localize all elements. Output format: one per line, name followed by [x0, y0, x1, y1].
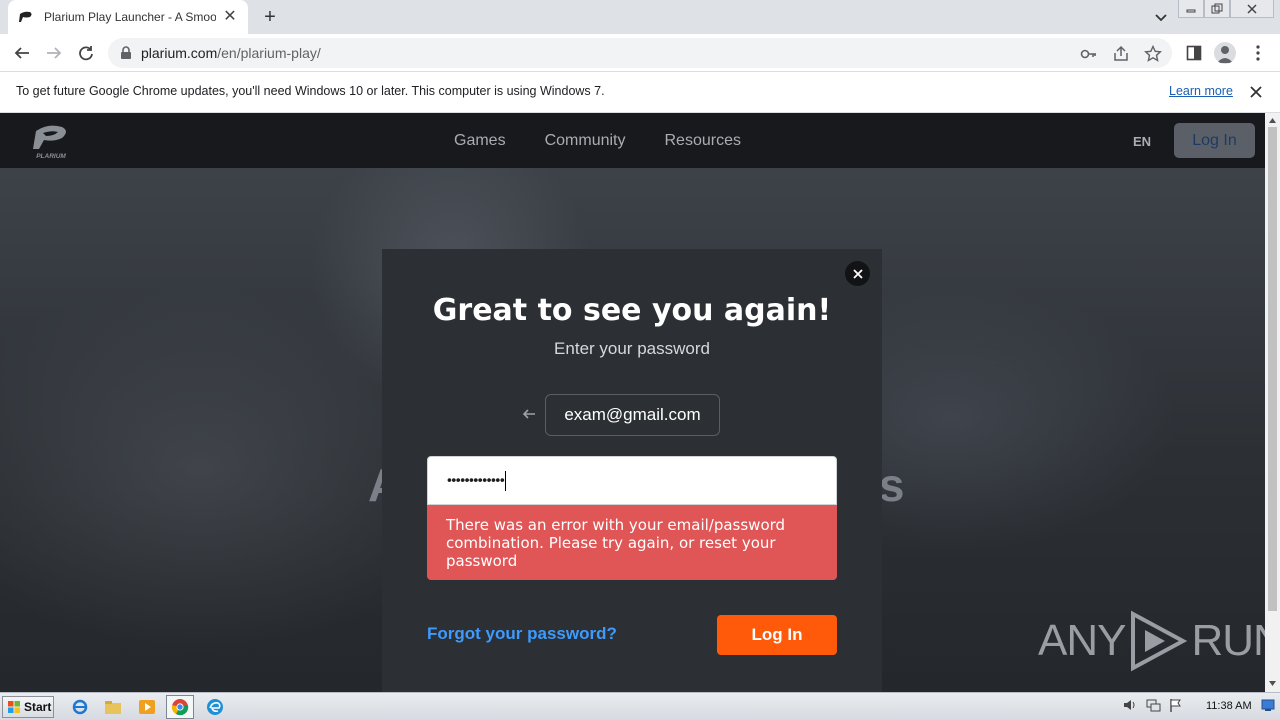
restore-button[interactable] — [1204, 0, 1230, 18]
svg-text:PLARIUM: PLARIUM — [36, 153, 66, 160]
url-host: plarium.com — [141, 45, 218, 61]
bookmark-star-icon[interactable] — [1144, 45, 1162, 63]
new-tab-button[interactable]: + — [258, 5, 282, 29]
back-arrow-icon[interactable] — [521, 406, 537, 422]
start-button[interactable]: Start — [2, 696, 54, 718]
anyrun-watermark: ANY RUN — [1038, 610, 1265, 672]
scrollbar-thumb[interactable] — [1268, 127, 1277, 611]
back-button[interactable] — [10, 41, 34, 65]
forward-button[interactable] — [42, 41, 66, 65]
forgot-password-link[interactable]: Forgot your password? — [427, 624, 617, 644]
window-close-button[interactable] — [1230, 0, 1274, 18]
anyrun-play-icon — [1131, 610, 1188, 672]
volume-icon[interactable] — [1122, 697, 1138, 713]
chrome-icon — [171, 699, 189, 716]
tab-title: Plarium Play Launcher - A Smoother — [44, 10, 216, 24]
page-scrollbar[interactable] — [1265, 113, 1280, 692]
reload-icon — [79, 46, 93, 61]
taskbar-edge[interactable] — [205, 697, 225, 717]
back-arrow-icon — [14, 47, 29, 59]
taskbar-clock[interactable]: 11:38 AM — [1206, 700, 1252, 712]
update-infobar: To get future Google Chrome updates, you… — [0, 72, 1280, 113]
share-icon[interactable] — [1112, 45, 1130, 63]
system-tray — [1122, 697, 1191, 713]
profile-button[interactable] — [1213, 41, 1237, 65]
tab-strip: Plarium Play Launcher - A Smoother ✕ + — [0, 0, 1280, 34]
password-field[interactable]: ••••••••••••• — [427, 456, 837, 505]
window-controls — [1178, 0, 1274, 18]
address-bar[interactable]: plarium.com/en/plarium-play/ — [108, 38, 1172, 68]
tab-search-chevron-icon[interactable] — [1150, 6, 1172, 28]
windows-flag-icon — [8, 701, 20, 713]
action-center-flag-icon[interactable] — [1168, 697, 1184, 713]
lock-icon[interactable] — [120, 46, 132, 60]
folder-icon — [105, 701, 121, 714]
window-close-icon — [1247, 3, 1257, 14]
tab-close-icon[interactable]: ✕ — [222, 9, 238, 25]
modal-title: Great to see you again! — [432, 293, 832, 328]
password-value: ••••••••••••• — [447, 471, 505, 488]
site-nav: Games Community Resources — [454, 132, 780, 150]
reload-button[interactable] — [74, 41, 98, 65]
text-caret — [505, 471, 507, 491]
nav-resources[interactable]: Resources — [664, 132, 740, 150]
windows-taskbar: Start 11:38 AM — [0, 692, 1280, 720]
edge-icon — [207, 699, 223, 715]
login-modal: Great to see you again! Enter your passw… — [382, 249, 882, 692]
taskbar-media-player[interactable] — [137, 697, 157, 717]
scroll-down-arrow-icon[interactable] — [1268, 679, 1277, 688]
url-text: plarium.com/en/plarium-play/ — [141, 45, 321, 61]
login-error-message: There was an error with your email/passw… — [427, 505, 837, 580]
start-label: Start — [24, 700, 52, 714]
person-icon — [1217, 46, 1233, 63]
forward-arrow-icon — [47, 47, 62, 59]
internet-explorer-icon — [72, 699, 88, 715]
media-player-icon — [139, 700, 155, 714]
taskbar-explorer[interactable] — [103, 697, 123, 717]
site-header: PLARIUM Games Community Resources EN Log… — [0, 113, 1265, 168]
taskbar-ie[interactable] — [70, 697, 90, 717]
modal-close-button[interactable] — [845, 261, 870, 286]
email-chip[interactable]: exam@gmail.com — [545, 394, 720, 436]
minimize-icon — [1186, 9, 1196, 12]
learn-more-link[interactable]: Learn more — [1169, 84, 1233, 98]
close-icon — [852, 268, 863, 279]
plarium-favicon-icon — [19, 11, 32, 22]
infobar-message: To get future Google Chrome updates, you… — [16, 84, 605, 98]
scroll-up-arrow-icon[interactable] — [1268, 116, 1277, 125]
modal-subtitle: Enter your password — [554, 339, 710, 358]
chrome-menu-button[interactable] — [1246, 41, 1270, 65]
browser-toolbar: plarium.com/en/plarium-play/ — [0, 34, 1280, 72]
web-page: A rs PLARIUM Games Community Resources E… — [0, 113, 1265, 692]
login-submit-button[interactable]: Log In — [717, 615, 837, 655]
network-icon[interactable] — [1145, 697, 1161, 713]
taskbar-chrome[interactable] — [166, 695, 194, 719]
restore-icon — [1211, 3, 1223, 13]
plarium-logo-icon[interactable]: PLARIUM — [26, 121, 76, 161]
password-mask: ••••••••••••• — [447, 471, 507, 491]
infobar-close-icon[interactable] — [1248, 84, 1264, 100]
side-panel-icon — [1186, 45, 1202, 61]
watermark-text-left: ANY — [1038, 616, 1126, 665]
language-selector[interactable]: EN — [1133, 134, 1151, 149]
url-path: /en/plarium-play/ — [217, 45, 321, 61]
header-login-button[interactable]: Log In — [1174, 123, 1255, 158]
avatar — [1214, 42, 1236, 64]
side-panel-button[interactable] — [1182, 41, 1206, 65]
watermark-text-right: RUN — [1191, 616, 1265, 665]
key-icon[interactable] — [1080, 45, 1098, 63]
nav-community[interactable]: Community — [545, 132, 626, 150]
nav-games[interactable]: Games — [454, 132, 506, 150]
show-desktop-icon[interactable] — [1261, 698, 1275, 712]
minimize-button[interactable] — [1178, 0, 1204, 18]
kebab-menu-icon — [1256, 45, 1260, 61]
browser-tab[interactable]: Plarium Play Launcher - A Smoother ✕ — [8, 0, 248, 34]
